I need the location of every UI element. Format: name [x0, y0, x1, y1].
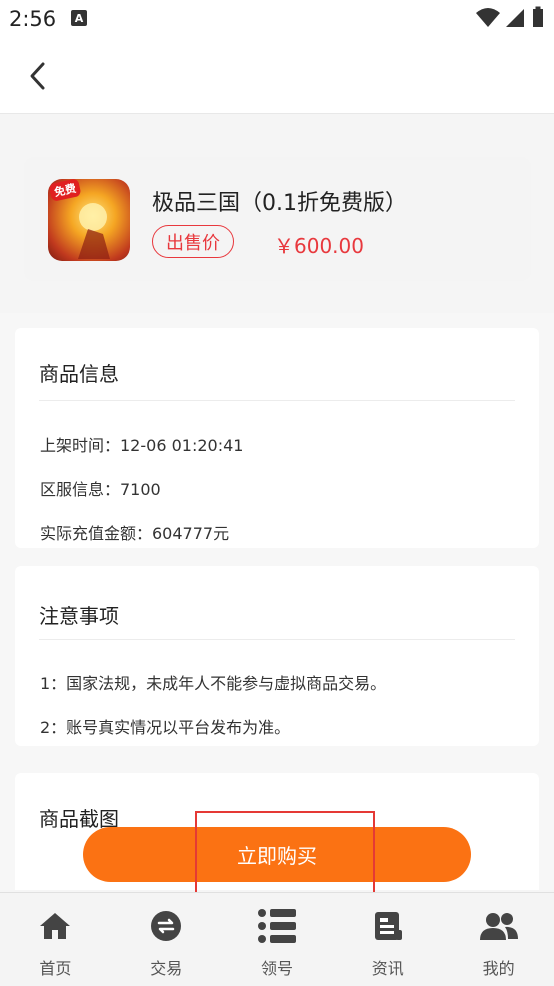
buy-now-button[interactable]: 立即购买 [83, 827, 471, 882]
news-icon [368, 909, 408, 943]
wifi-icon [476, 8, 500, 27]
tab-label: 领号 [260, 959, 293, 978]
tab-label: 资讯 [371, 959, 404, 978]
bottom-tab-bar: 首页 交易 领号 资讯 我的 [0, 892, 554, 986]
server-info: 区服信息：7100 [40, 480, 161, 499]
top-navigation-bar [0, 40, 554, 114]
section-title: 注意事项 [39, 604, 119, 628]
product-title: 极品三国（0.1折免费版） [152, 191, 407, 216]
page-content[interactable]: 免费 极品三国（0.1折免费版） 出售价 ￥600.00 商品信息 上架时间：1… [0, 115, 554, 890]
users-icon [479, 909, 519, 943]
price-value: ￥600.00 [274, 234, 364, 258]
goods-info-section: 商品信息 上架时间：12-06 01:20:41 区服信息：7100 实际充值金… [15, 328, 539, 548]
tab-mine[interactable]: 我的 [443, 893, 554, 986]
notice-line: 1：国家法规，未成年人不能参与虚拟商品交易。 [40, 674, 387, 693]
notice-line: 2：账号真实情况以平台发布为准。 [40, 718, 291, 737]
status-icons [476, 6, 544, 28]
section-title: 商品信息 [39, 362, 119, 386]
tab-label: 交易 [150, 959, 183, 978]
chevron-left-icon [30, 62, 45, 90]
battery-icon [533, 6, 543, 27]
signal-icon [506, 9, 524, 27]
divider [39, 400, 515, 401]
notice-section: 注意事项 1：国家法规，未成年人不能参与虚拟商品交易。 2：账号真实情况以平台发… [15, 566, 539, 746]
recharge-amount: 实际充值金额：604777元 [40, 524, 230, 543]
status-time: 2:56 [9, 7, 57, 31]
status-bar: 2:56 A [0, 0, 554, 40]
hero-art-icon [78, 203, 110, 259]
back-button[interactable] [22, 58, 52, 94]
game-icon: 免费 [48, 179, 130, 261]
tab-label: 首页 [39, 959, 72, 978]
home-icon [35, 909, 75, 943]
divider [39, 639, 515, 640]
product-card: 免费 极品三国（0.1折免费版） 出售价 ￥600.00 [24, 157, 531, 281]
listing-time: 上架时间：12-06 01:20:41 [40, 436, 244, 455]
list-icon [257, 909, 297, 943]
notification-icon: A [71, 10, 87, 26]
tab-label: 我的 [482, 959, 515, 978]
price-label-badge: 出售价 [152, 225, 234, 258]
tab-news[interactable]: 资讯 [332, 893, 443, 986]
tab-claim[interactable]: 领号 [222, 893, 333, 986]
tab-trade[interactable]: 交易 [111, 893, 222, 986]
exchange-icon [146, 909, 186, 943]
tab-home[interactable]: 首页 [0, 893, 111, 986]
